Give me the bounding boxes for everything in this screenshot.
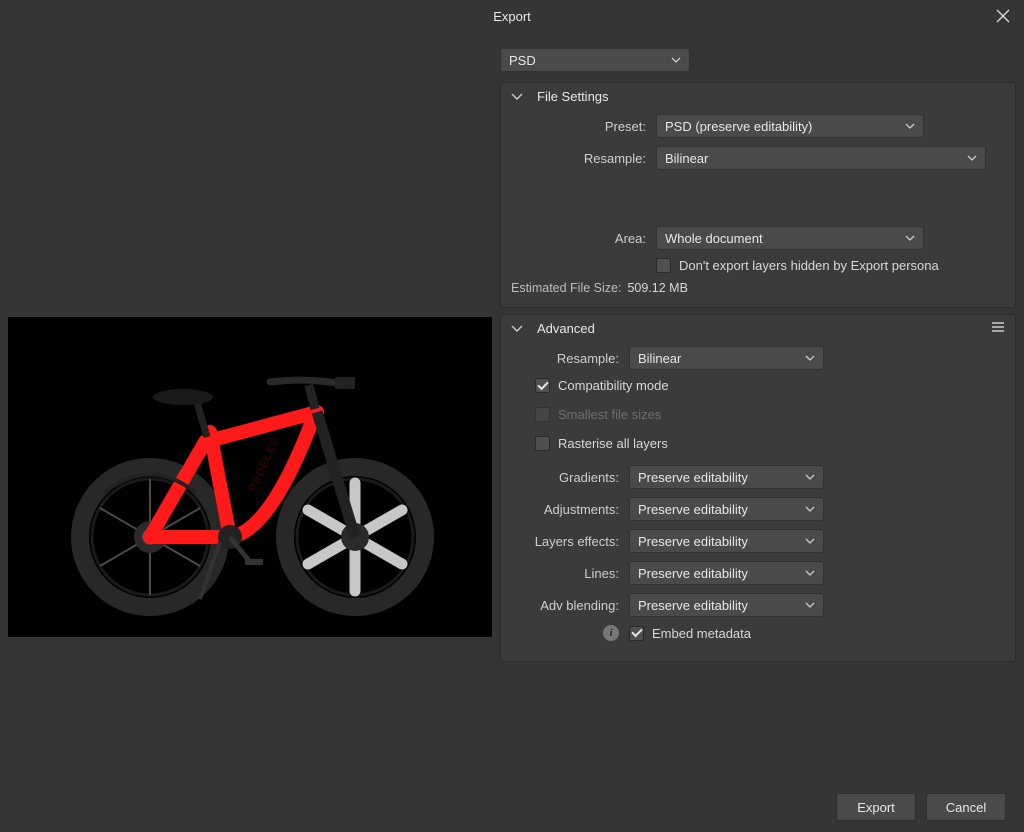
layer-effects-value: Preserve editability [638, 534, 748, 549]
format-dropdown[interactable]: PSD [500, 48, 690, 72]
panel-menu-button[interactable] [991, 321, 1005, 336]
adjustments-value: Preserve editability [638, 502, 748, 517]
close-icon [994, 7, 1012, 25]
titlebar: Export [0, 0, 1024, 32]
lines-dropdown[interactable]: Preserve editability [629, 561, 824, 585]
lines-label: Lines: [511, 566, 629, 581]
gradients-label: Gradients: [511, 470, 629, 485]
advanced-title: Advanced [537, 321, 595, 336]
resample-label: Resample: [511, 151, 656, 166]
rasterise-label: Rasterise all layers [558, 436, 668, 451]
bike-illustration: PEDELEC [55, 337, 445, 617]
preset-dropdown[interactable]: PSD (preserve editability) [656, 114, 924, 138]
adv-resample-label: Resample: [511, 351, 629, 366]
adv-resample-dropdown[interactable]: Bilinear [629, 346, 824, 370]
format-value: PSD [509, 53, 536, 68]
collapse-toggle[interactable] [511, 325, 525, 333]
adjustments-label: Adjustments: [511, 502, 629, 517]
area-value: Whole document [665, 231, 763, 246]
lines-value: Preserve editability [638, 566, 748, 581]
adv-resample-value: Bilinear [638, 351, 681, 366]
chevron-down-icon [805, 355, 815, 362]
info-icon[interactable]: i [603, 625, 619, 641]
chevron-down-icon [805, 506, 815, 513]
menu-icon [991, 321, 1005, 333]
preset-label: Preset: [511, 119, 656, 134]
adv-blending-value: Preserve editability [638, 598, 748, 613]
area-label: Area: [511, 231, 656, 246]
chevron-down-icon [905, 235, 915, 242]
smallest-label: Smallest file sizes [558, 407, 661, 422]
smallest-checkbox [535, 407, 550, 422]
file-settings-title: File Settings [537, 89, 609, 104]
hide-export-persona-label: Don't export layers hidden by Export per… [679, 258, 939, 273]
dialog-footer: Export Cancel [0, 782, 1024, 832]
chevron-down-icon [805, 474, 815, 481]
rasterise-checkbox[interactable] [535, 436, 550, 451]
preview-image: PEDELEC [8, 317, 492, 637]
close-button[interactable] [994, 7, 1012, 25]
preview-pane: PEDELEC [0, 32, 500, 782]
chevron-down-icon [805, 570, 815, 577]
adv-blending-label: Adv blending: [511, 598, 629, 613]
cancel-button[interactable]: Cancel [926, 793, 1006, 821]
advanced-panel: Advanced Resample: Bilinear Compatibilit… [500, 314, 1016, 662]
layer-effects-dropdown[interactable]: Preserve editability [629, 529, 824, 553]
chevron-down-icon [805, 602, 815, 609]
gradients-dropdown[interactable]: Preserve editability [629, 465, 824, 489]
embed-metadata-label: Embed metadata [652, 626, 751, 641]
layer-effects-label: Layers effects: [511, 534, 629, 549]
chevron-down-icon [967, 155, 977, 162]
hide-export-persona-checkbox[interactable] [656, 258, 671, 273]
chevron-down-icon [671, 57, 681, 64]
estimated-size-label: Estimated File Size: [511, 281, 621, 295]
gradients-value: Preserve editability [638, 470, 748, 485]
resample-value: Bilinear [665, 151, 708, 166]
preset-value: PSD (preserve editability) [665, 119, 812, 134]
chevron-down-icon [905, 123, 915, 130]
compatibility-checkbox[interactable] [535, 378, 550, 393]
adjustments-dropdown[interactable]: Preserve editability [629, 497, 824, 521]
area-dropdown[interactable]: Whole document [656, 226, 924, 250]
compatibility-label: Compatibility mode [558, 378, 669, 393]
export-button[interactable]: Export [836, 793, 916, 821]
embed-metadata-checkbox[interactable] [629, 626, 644, 641]
resample-dropdown[interactable]: Bilinear [656, 146, 986, 170]
collapse-toggle[interactable] [511, 93, 525, 101]
estimated-size-value: 509.12 MB [627, 281, 687, 295]
adv-blending-dropdown[interactable]: Preserve editability [629, 593, 824, 617]
file-settings-panel: File Settings Preset: PSD (preserve edit… [500, 82, 1016, 308]
window-title: Export [493, 9, 531, 24]
chevron-down-icon [805, 538, 815, 545]
